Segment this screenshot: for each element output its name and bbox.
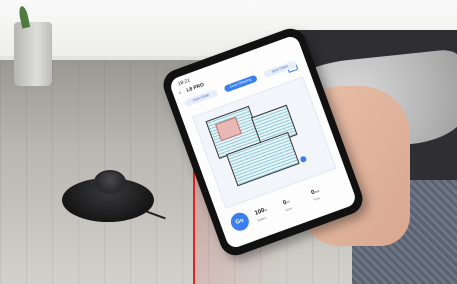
chevron-left-icon[interactable]: ‹ [178,90,182,96]
photo-scene: 18:21 ‹ L8 PRO Auto Clean Zone Cleaning … [0,0,457,284]
robot-vacuum [62,170,166,222]
lidar-turret [94,170,126,194]
dock-icon [299,155,308,164]
go-button[interactable]: Go [228,210,252,234]
plant-pot [14,22,52,86]
area-label: Area [285,206,293,213]
area-stat: 0m² [282,199,291,207]
battery-label: Battery [256,215,268,223]
tab-zone-cleaning[interactable]: Zone Cleaning [223,74,258,93]
time-label: Time [313,195,321,202]
tab-spot-clean[interactable]: Spot Clean [262,60,298,79]
